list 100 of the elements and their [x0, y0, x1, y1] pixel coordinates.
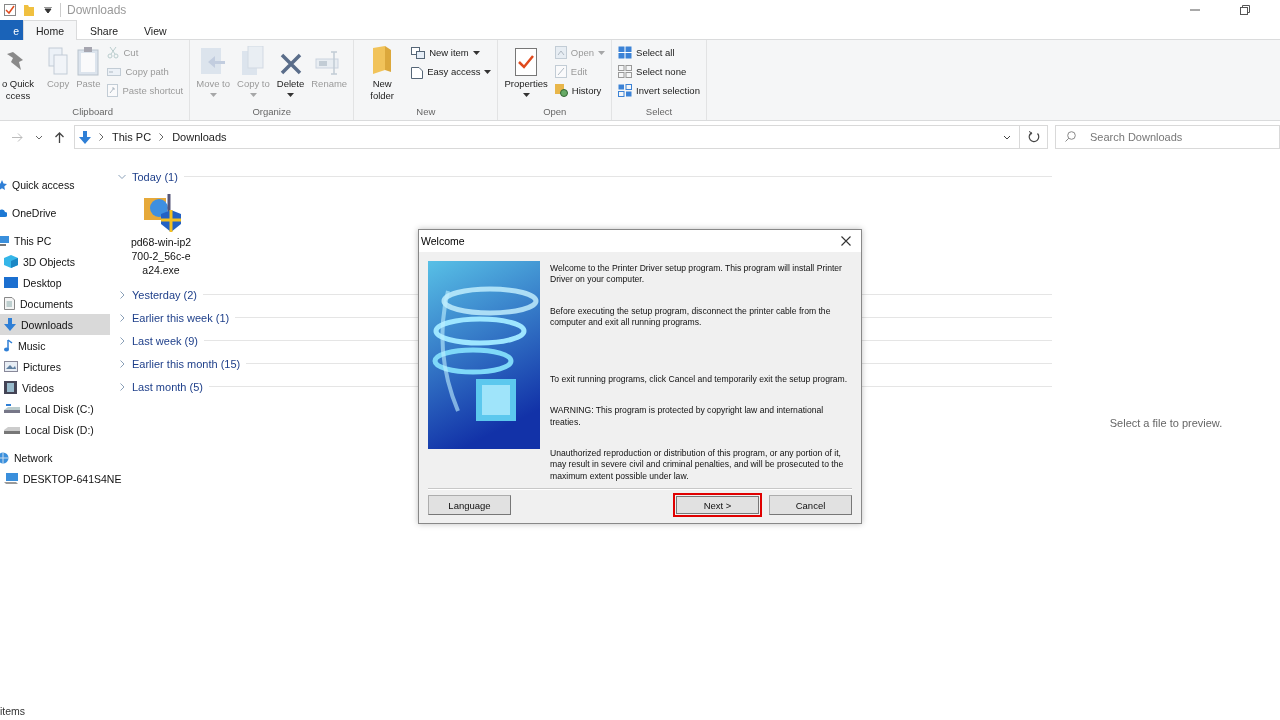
- caret-icon: [522, 93, 530, 97]
- computer-icon: [0, 235, 9, 246]
- group-label: New: [415, 106, 437, 119]
- caret-icon: [249, 93, 257, 97]
- window-title: Downloads: [67, 3, 127, 17]
- sidebar-item[interactable]: 3D Objects: [0, 251, 110, 272]
- sidebar-item[interactable]: Documents: [0, 293, 110, 314]
- caret-icon: [484, 69, 492, 74]
- scissors-icon: [107, 46, 120, 59]
- chevron-down-icon: [118, 172, 126, 181]
- dialog-button[interactable]: Language: [428, 495, 511, 515]
- computer-icon: [4, 473, 18, 484]
- file-tab[interactable]: e: [0, 20, 23, 40]
- ribbon-button[interactable]: New folder: [358, 42, 407, 106]
- breadcrumb[interactable]: Downloads: [172, 131, 227, 143]
- ribbon-button[interactable]: Properties: [502, 42, 550, 106]
- sidebar-item[interactable]: Music: [0, 335, 110, 356]
- cube-icon: [4, 255, 18, 268]
- search-field[interactable]: Search Downloads: [1055, 125, 1280, 149]
- paragraph: Welcome to the Printer Driver setup program. This program will install Printer Driver on your computer.: [550, 263, 843, 286]
- ribbon-button[interactable]: New item: [409, 44, 494, 61]
- sidebar-item[interactable]: Downloads: [0, 314, 110, 335]
- chevron-icon: [159, 133, 165, 141]
- sidebar-item[interactable]: This PC: [0, 230, 110, 251]
- paragraph: To exit running programs, click Cancel and temporarily exit the setup program.: [550, 374, 849, 386]
- sidebar-item[interactable]: Local Disk (D:): [0, 419, 110, 440]
- chevron-icon: [99, 133, 104, 141]
- caret-icon[interactable]: [44, 7, 52, 13]
- sidebar-item[interactable]: OneDrive: [0, 202, 110, 223]
- cloud-icon: [0, 208, 7, 217]
- group-label: Clipboard: [71, 106, 114, 119]
- installer-icon: [141, 192, 181, 232]
- picture-frame-icon: [4, 361, 18, 372]
- up-arrow-icon[interactable]: [55, 131, 64, 143]
- group-label: Organize: [251, 106, 292, 119]
- drive-icon: [4, 425, 20, 434]
- paragraph: Before executing the setup program, disconnect the printer cable from the computer and exit all running programs.: [550, 305, 832, 329]
- ribbon-button[interactable]: Select all: [616, 44, 702, 61]
- history-icon: [554, 84, 568, 97]
- search-icon: [1065, 131, 1076, 142]
- grid-icon: [618, 46, 633, 59]
- chevron-right-icon: [118, 290, 126, 299]
- sidebar-item[interactable]: Quick access: [0, 174, 110, 195]
- ribbon-button[interactable]: o Quick ccess: [0, 42, 42, 106]
- caret-icon: [287, 93, 294, 97]
- desktop-icon: [4, 277, 18, 288]
- grid-icon: [618, 65, 633, 78]
- film-icon: [4, 381, 17, 394]
- group-label: Open: [542, 106, 568, 119]
- sidebar-item[interactable]: Local Disk (C:): [0, 398, 110, 419]
- sidebar-item[interactable]: Desktop: [0, 272, 110, 293]
- copy-icon: [47, 46, 70, 76]
- network-icon: [0, 451, 9, 464]
- preview-message: Select a file to preview.: [1109, 416, 1223, 429]
- move-icon: [201, 46, 226, 76]
- folder-icon: [373, 46, 392, 76]
- grid-icon: [618, 84, 633, 97]
- ribbon-tab[interactable]: Share: [77, 20, 132, 40]
- status-text: items: [0, 705, 26, 717]
- dialog-title: Welcome: [421, 235, 465, 247]
- ribbon-button[interactable]: Easy access: [409, 63, 494, 80]
- clipboard-icon: [77, 46, 100, 76]
- chevron-right-icon: [118, 336, 126, 345]
- open-icon: [554, 46, 567, 59]
- ribbon-button[interactable]: Delete: [274, 42, 307, 106]
- caret-icon[interactable]: [35, 134, 43, 140]
- group-label: Select: [644, 106, 674, 119]
- sidebar-item[interactable]: Videos: [0, 377, 110, 398]
- paragraph: Unauthorized reproduction or distribution of this program, or any portion of it, may result in severe civil and criminal penalties, and will be prosecuted to the maximum extent possible under law.: [550, 448, 845, 482]
- file-item[interactable]: pd68-win-ip2700-2_56c-ea24.exe: [130, 190, 192, 279]
- refresh-button[interactable]: [1020, 125, 1048, 149]
- checkmark-icon[interactable]: [4, 4, 16, 16]
- document-icon: [4, 297, 15, 310]
- delete-icon: [278, 52, 303, 76]
- star-icon: [0, 179, 7, 190]
- paragraph: WARNING: This program is protected by copyright law and international treaties.: [550, 405, 825, 429]
- dialog-button[interactable]: Next >: [673, 493, 762, 517]
- ribbon-button[interactable]: Select none: [616, 63, 702, 80]
- restore-icon[interactable]: [1240, 5, 1250, 15]
- sidebar-item[interactable]: Network: [0, 447, 110, 468]
- ribbon-button[interactable]: Invert selection: [616, 82, 702, 99]
- ribbon-tab[interactable]: View: [131, 20, 180, 40]
- new-item-icon: [411, 46, 426, 59]
- breadcrumb[interactable]: This PC: [112, 131, 152, 143]
- caret-icon: [209, 93, 217, 97]
- shortcut-icon: [107, 84, 119, 97]
- chevron-right-icon: [118, 382, 126, 391]
- dialog-button[interactable]: Cancel: [769, 495, 852, 515]
- chevron-right-icon: [118, 313, 126, 322]
- properties-icon: [515, 48, 538, 76]
- ribbon-button[interactable]: History: [552, 82, 608, 99]
- group-header[interactable]: Today (1): [118, 165, 1052, 188]
- sidebar-item[interactable]: Pictures: [0, 356, 110, 377]
- close-icon: [841, 236, 851, 246]
- address-bar[interactable]: This PC Downloads: [74, 125, 1020, 149]
- caret-icon[interactable]: [1003, 134, 1011, 140]
- caret-icon: [598, 50, 606, 55]
- sidebar-item[interactable]: DESKTOP-641S4NE: [0, 468, 124, 489]
- ribbon-tab[interactable]: Home: [23, 20, 77, 40]
- caret-icon: [472, 50, 480, 55]
